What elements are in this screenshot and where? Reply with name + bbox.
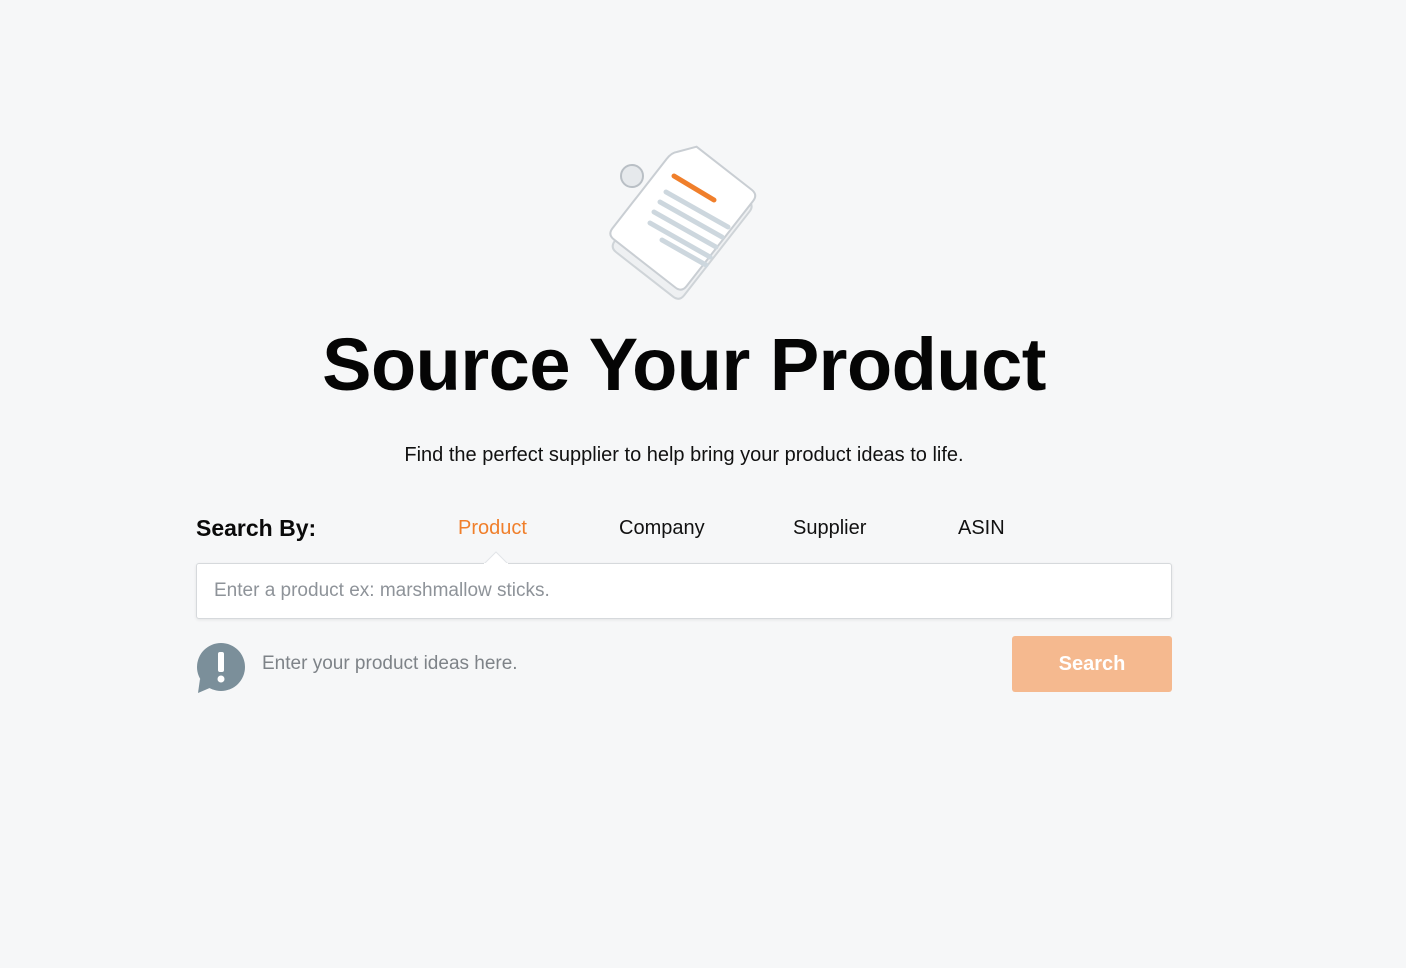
hint-text: Enter your product ideas here. — [262, 653, 518, 674]
price-tags-icon — [596, 138, 772, 302]
tab-product[interactable]: Product — [458, 515, 527, 541]
search-field-wrapper — [196, 551, 1172, 619]
search-button[interactable]: Search — [1012, 636, 1172, 692]
tab-asin[interactable]: ASIN — [958, 515, 1005, 541]
search-by-label: Search By: — [196, 515, 317, 541]
exclamation-bubble-icon — [196, 643, 246, 693]
tab-supplier[interactable]: Supplier — [793, 515, 866, 541]
page-title: Source Your Product — [322, 323, 1046, 406]
page-subtitle: Find the perfect supplier to help bring … — [404, 444, 964, 466]
active-tab-caret — [484, 551, 508, 564]
search-input[interactable] — [196, 563, 1172, 619]
tab-company[interactable]: Company — [619, 515, 705, 541]
